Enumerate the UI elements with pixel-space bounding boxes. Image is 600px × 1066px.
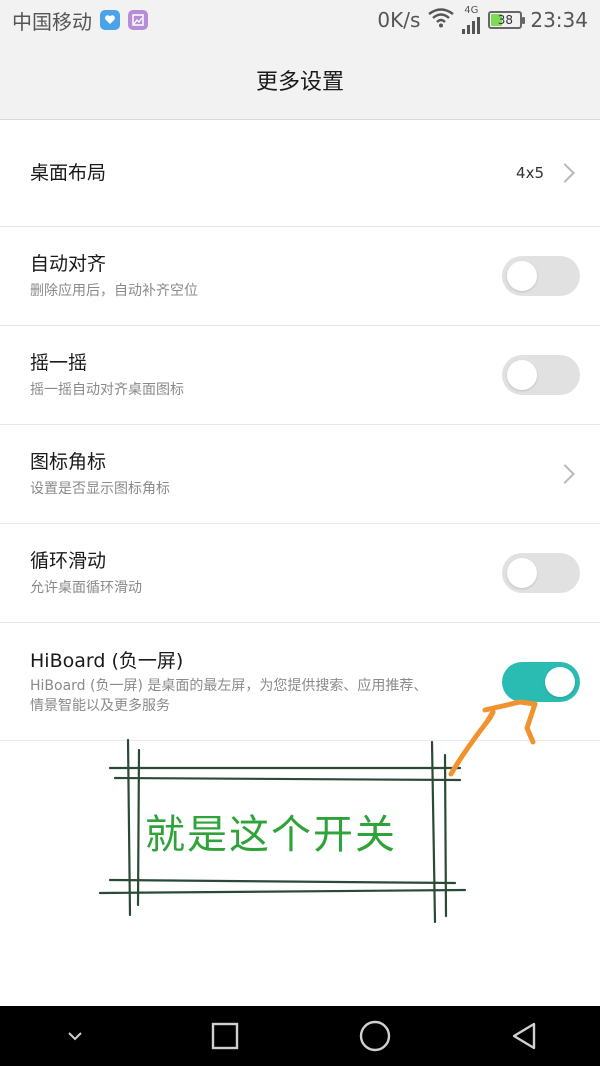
back-icon bbox=[512, 1022, 536, 1050]
setting-shake[interactable]: 摇一摇 摇一摇自动对齐桌面图标 bbox=[0, 326, 600, 425]
battery-icon: 38 bbox=[488, 11, 526, 29]
status-bar: 中国移动 0K/s 4G 38 23:34 bbox=[0, 0, 600, 40]
row-subtitle: 删除应用后，自动补齐空位 bbox=[30, 283, 198, 299]
home-button[interactable] bbox=[345, 1006, 405, 1066]
row-subtitle: 设置是否显示图标角标 bbox=[30, 481, 170, 497]
setting-loop-scroll[interactable]: 循环滑动 允许桌面循环滑动 bbox=[0, 524, 600, 623]
row-title: 桌面布局 bbox=[30, 162, 107, 184]
shake-toggle[interactable] bbox=[502, 355, 580, 395]
annotation-text: 就是这个开关 bbox=[145, 812, 397, 858]
row-title: HiBoard (负一屏) bbox=[30, 649, 184, 672]
status-right: 0K/s 4G 38 23:34 bbox=[377, 6, 588, 34]
collapse-button[interactable] bbox=[45, 1006, 105, 1066]
gallery-icon bbox=[128, 10, 148, 30]
setting-auto-align[interactable]: 自动对齐 删除应用后，自动补齐空位 bbox=[0, 227, 600, 326]
network-type: 4G bbox=[464, 5, 479, 16]
recent-apps-button[interactable] bbox=[195, 1006, 255, 1066]
row-title: 循环滑动 bbox=[30, 550, 107, 572]
arrow-icon bbox=[448, 699, 538, 777]
row-text: 循环滑动 允许桌面循环滑动 bbox=[30, 548, 502, 598]
recent-apps-icon bbox=[211, 1022, 239, 1050]
row-right bbox=[555, 464, 580, 484]
row-text: 自动对齐 删除应用后，自动补齐空位 bbox=[30, 251, 502, 301]
row-text: 摇一摇 摇一摇自动对齐桌面图标 bbox=[30, 350, 502, 400]
home-icon bbox=[359, 1020, 391, 1052]
back-button[interactable] bbox=[495, 1006, 555, 1066]
auto-align-toggle[interactable] bbox=[502, 256, 580, 296]
toggle-knob bbox=[507, 558, 537, 588]
loop-scroll-toggle[interactable] bbox=[502, 553, 580, 593]
row-text: 桌面布局 bbox=[30, 160, 516, 186]
layout-value: 4x5 bbox=[516, 164, 544, 182]
wifi-icon bbox=[428, 7, 455, 33]
signal-icon bbox=[462, 16, 481, 34]
row-text: 图标角标 设置是否显示图标角标 bbox=[30, 449, 558, 499]
settings-list: 桌面布局 4x5 自动对齐 删除应用后，自动补齐空位 摇一摇 摇一摇自动对齐桌面… bbox=[0, 120, 600, 741]
row-title: 自动对齐 bbox=[30, 253, 107, 275]
toggle-knob bbox=[507, 261, 537, 291]
row-subtitle: 摇一摇自动对齐桌面图标 bbox=[30, 382, 184, 398]
nav-bar bbox=[0, 1006, 600, 1066]
title-bar: 更多设置 bbox=[0, 40, 600, 120]
chevron-right-icon bbox=[555, 163, 575, 183]
toggle-knob bbox=[507, 360, 537, 390]
row-title: 摇一摇 bbox=[30, 352, 88, 374]
row-subtitle: 允许桌面循环滑动 bbox=[30, 580, 142, 596]
status-time: 23:34 bbox=[530, 8, 588, 32]
status-left: 中国移动 bbox=[12, 6, 377, 35]
page-title: 更多设置 bbox=[255, 69, 344, 95]
setting-desktop-layout[interactable]: 桌面布局 4x5 bbox=[0, 120, 600, 227]
chevron-right-icon bbox=[555, 464, 575, 484]
annotation: 就是这个开关 bbox=[95, 690, 575, 940]
signal-group: 4G bbox=[462, 5, 481, 34]
row-title: 图标角标 bbox=[30, 451, 107, 473]
collapse-icon bbox=[68, 1032, 82, 1041]
battery-level: 38 bbox=[497, 13, 513, 27]
network-speed: 0K/s bbox=[377, 8, 421, 32]
row-right: 4x5 bbox=[516, 163, 580, 183]
app-notification-icon bbox=[100, 10, 120, 30]
setting-icon-badge[interactable]: 图标角标 设置是否显示图标角标 bbox=[0, 425, 600, 524]
carrier-label: 中国移动 bbox=[12, 9, 92, 34]
